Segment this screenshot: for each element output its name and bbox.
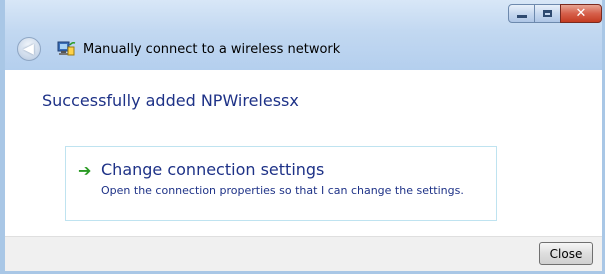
maximize-button[interactable] [534, 4, 561, 23]
back-button[interactable]: ◀ [17, 37, 41, 61]
minimize-icon [516, 15, 527, 18]
navigation-row: ◀ Manually connect to a wireless network [17, 37, 340, 61]
back-arrow-icon: ◀ [23, 41, 34, 57]
content-area: Successfully added NPWirelessx ➔ Change … [5, 70, 602, 236]
footer-bar: Close [5, 236, 602, 271]
caption-buttons: ✕ [508, 4, 602, 24]
wireless-network-icon [55, 39, 77, 59]
maximize-icon [543, 10, 552, 17]
green-arrow-icon: ➔ [78, 161, 92, 180]
minimize-button[interactable] [508, 4, 535, 23]
close-icon: ✕ [575, 6, 587, 21]
success-heading: Successfully added NPWirelessx [42, 91, 299, 110]
change-connection-settings-link[interactable]: ➔ Change connection settings Open the co… [65, 146, 497, 221]
close-window-button[interactable]: ✕ [560, 4, 602, 23]
command-link-description: Open the connection properties so that I… [101, 184, 464, 197]
window-title: Manually connect to a wireless network [83, 41, 341, 57]
wizard-window: ✕ ◀ Manually connect to a wireless netwo… [0, 0, 605, 274]
close-button[interactable]: Close [539, 242, 593, 265]
title-bar: ✕ ◀ Manually connect to a wireless netwo… [5, 0, 602, 70]
command-link-title: Change connection settings [101, 160, 325, 179]
